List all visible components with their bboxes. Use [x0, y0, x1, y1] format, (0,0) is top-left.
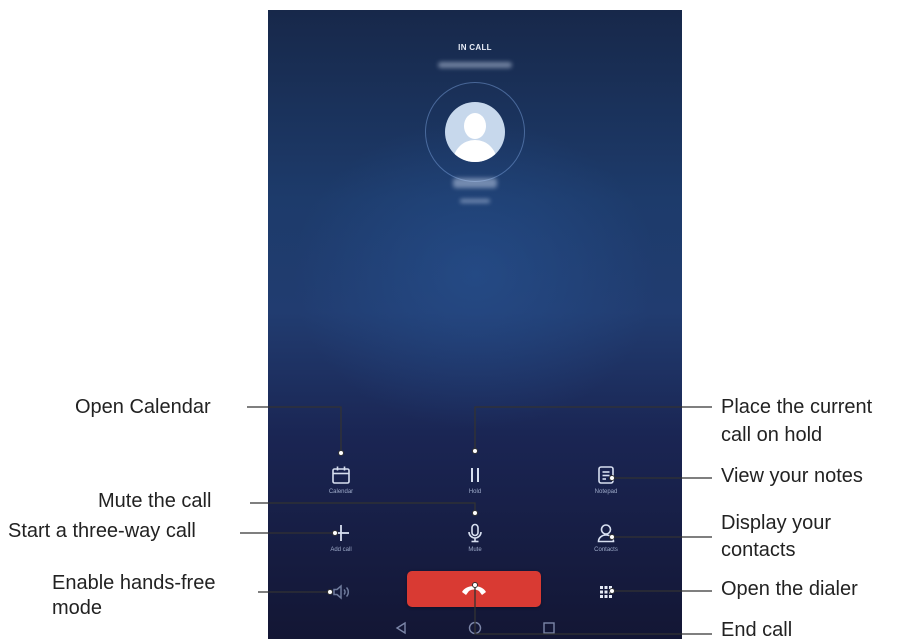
callout-mute-call: Mute the call — [98, 490, 212, 512]
callout-contacts-line2: contacts — [721, 539, 796, 561]
callout-open-calendar: Open Calendar — [75, 396, 211, 418]
callout-three-way: Start a three-way call — [8, 520, 196, 542]
callout-notes: View your notes — [721, 465, 863, 487]
callout-end-call: End call — [721, 619, 793, 641]
callout-hands-free-line1: Enable hands-free — [52, 572, 216, 594]
callout-hold-line1: Place the current — [721, 396, 873, 418]
callout-hold-line2: call on hold — [721, 424, 823, 446]
callout-contacts-line1: Display your — [721, 512, 832, 534]
callout-dialer: Open the dialer — [721, 578, 858, 600]
callout-hands-free-line2: mode — [52, 597, 103, 619]
